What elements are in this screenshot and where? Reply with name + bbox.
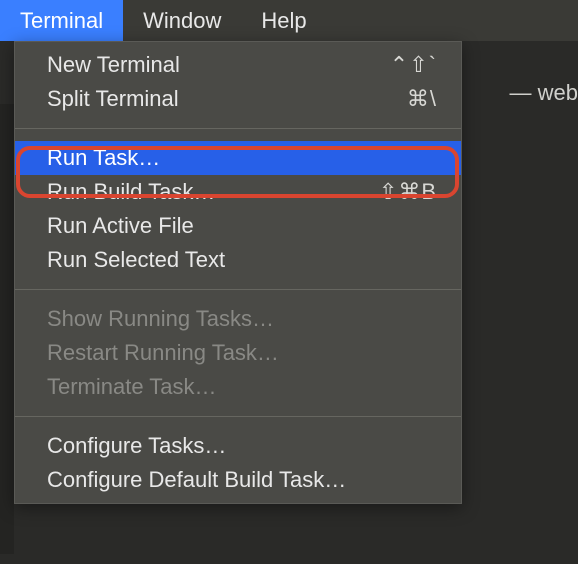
menu-item-shortcut: ⇧⌘B	[379, 179, 437, 205]
menu-terminal[interactable]: Terminal	[0, 0, 123, 41]
menu-item-label: Split Terminal	[47, 86, 179, 112]
editor-gutter	[0, 104, 14, 554]
menubar: Terminal Window Help	[0, 0, 578, 41]
menu-item-run-selected-text[interactable]: Run Selected Text	[15, 243, 461, 277]
menu-item-configure-tasks[interactable]: Configure Tasks…	[15, 429, 461, 463]
menu-item-label: Run Task…	[47, 145, 160, 171]
menu-item-label: Run Selected Text	[47, 247, 225, 273]
menu-item-terminate-task: Terminate Task…	[15, 370, 461, 404]
menu-item-configure-default-build-task[interactable]: Configure Default Build Task…	[15, 463, 461, 497]
menu-item-restart-running-task: Restart Running Task…	[15, 336, 461, 370]
terminal-dropdown: New Terminal ⌃⇧` Split Terminal ⌘\ Run T…	[14, 41, 462, 504]
menu-item-run-task[interactable]: Run Task…	[15, 141, 461, 175]
menu-window[interactable]: Window	[123, 0, 241, 41]
background-tab-fragment: — web	[510, 80, 578, 106]
menu-item-label: New Terminal	[47, 52, 180, 78]
menu-item-label: Run Build Task…	[47, 179, 215, 205]
menu-item-shortcut: ⌘\	[407, 86, 437, 112]
menu-item-label: Show Running Tasks…	[47, 306, 274, 332]
menu-divider	[15, 128, 461, 129]
menu-item-label: Configure Default Build Task…	[47, 467, 346, 493]
menu-divider	[15, 416, 461, 417]
menu-item-split-terminal[interactable]: Split Terminal ⌘\	[15, 82, 461, 116]
menu-item-label: Run Active File	[47, 213, 194, 239]
menu-divider	[15, 289, 461, 290]
menu-item-label: Configure Tasks…	[47, 433, 226, 459]
menu-item-label: Terminate Task…	[47, 374, 217, 400]
menu-item-run-build-task[interactable]: Run Build Task… ⇧⌘B	[15, 175, 461, 209]
menu-item-label: Restart Running Task…	[47, 340, 279, 366]
menu-item-shortcut: ⌃⇧`	[390, 52, 437, 78]
menu-help[interactable]: Help	[241, 0, 326, 41]
menu-item-run-active-file[interactable]: Run Active File	[15, 209, 461, 243]
menu-item-new-terminal[interactable]: New Terminal ⌃⇧`	[15, 48, 461, 82]
menu-item-show-running-tasks: Show Running Tasks…	[15, 302, 461, 336]
